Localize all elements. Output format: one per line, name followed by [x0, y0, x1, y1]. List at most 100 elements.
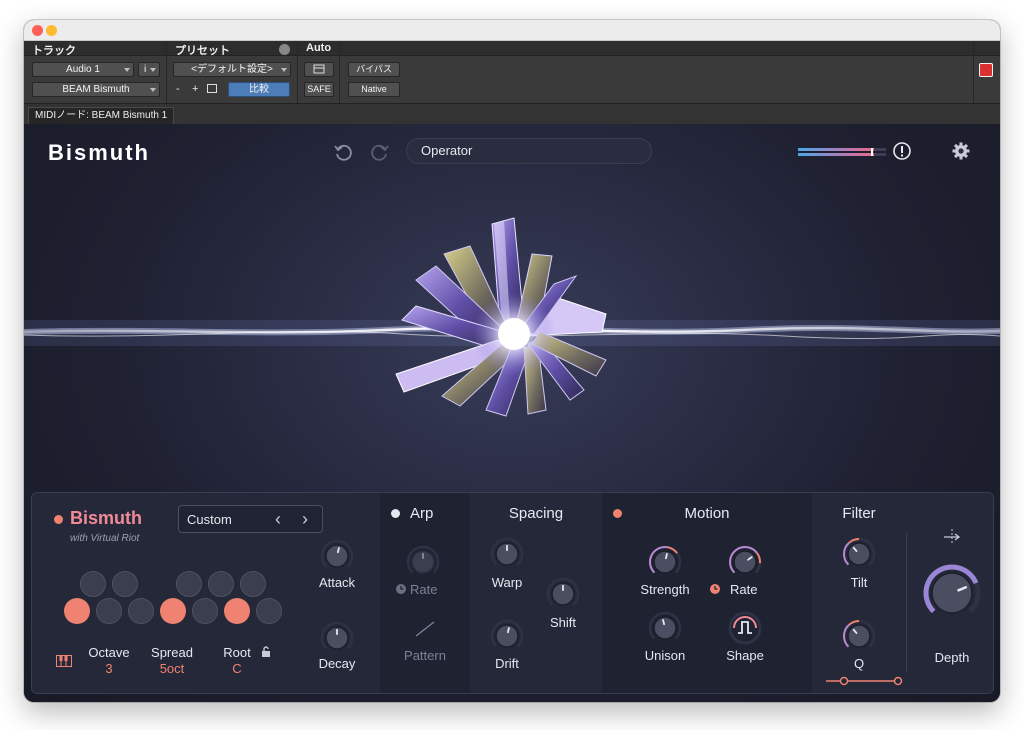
unison-knob[interactable] — [648, 611, 682, 645]
direction-icon[interactable] — [942, 529, 962, 545]
plugin-logo: Bismuth — [48, 140, 150, 165]
chord-key-toggle[interactable] — [128, 598, 154, 624]
safe-button[interactable]: SAFE — [304, 82, 334, 97]
warp-knob[interactable] — [490, 537, 524, 571]
depth-label: Depth — [934, 650, 970, 665]
insert-selector[interactable]: BEAM Bismuth — [32, 82, 160, 97]
chord-key-toggle[interactable] — [96, 598, 122, 624]
right-column — [974, 41, 1000, 103]
track-info-button[interactable]: i — [138, 62, 160, 77]
chord-key-toggle[interactable] — [64, 598, 90, 624]
octave-value[interactable]: 3 — [82, 661, 136, 676]
chord-key-toggle[interactable] — [256, 598, 282, 624]
strength-label: Strength — [640, 582, 690, 597]
output-meter[interactable] — [798, 148, 888, 156]
spacing-title: Spacing — [508, 505, 564, 522]
arp-rate-label: Rate — [410, 582, 438, 597]
chord-key-toggle[interactable] — [240, 571, 266, 597]
preset-header-label: プリセット — [175, 45, 230, 57]
clock-icon[interactable] — [709, 583, 721, 595]
midi-node-tab[interactable]: MIDIノード: BEAM Bismuth 1 — [28, 107, 175, 124]
brand-title: Bismuth — [70, 508, 142, 528]
motion-section: Motion Strength Rate Unison Shape — [602, 493, 812, 693]
lock-icon[interactable] — [261, 646, 271, 658]
plugin-window: トラック Audio 1 i BEAM Bismuth プリセット <デフォルト… — [24, 20, 1000, 702]
chord-preset-label: Custom — [187, 512, 232, 527]
piano-icon[interactable] — [56, 655, 72, 667]
arp-rate-knob[interactable] — [406, 545, 440, 579]
close-window-button[interactable] — [32, 25, 43, 36]
chord-section: Bismuth with Virtual Riot Custom ‹ › Oct… — [32, 493, 380, 693]
strength-knob[interactable] — [648, 545, 682, 579]
prev-preset-button[interactable]: ‹ — [275, 509, 281, 530]
arp-pattern-label: Pattern — [404, 648, 446, 663]
chord-key-toggle[interactable] — [80, 571, 106, 597]
shift-knob[interactable] — [546, 577, 580, 611]
octave-label: Octave — [88, 645, 130, 660]
record-enable-icon[interactable] — [979, 63, 993, 77]
filter-range-slider[interactable] — [822, 676, 906, 686]
minimize-window-button[interactable] — [46, 25, 57, 36]
chord-key-toggle[interactable] — [192, 598, 218, 624]
preset-header: プリセット — [167, 41, 297, 57]
spacing-section: Spacing Warp Shift Drift — [470, 493, 602, 693]
preset-selector[interactable]: <デフォルト設定> — [173, 62, 291, 77]
drift-knob[interactable] — [490, 619, 524, 653]
crystal-cluster — [395, 217, 607, 417]
arp-section: Arp Rate Pattern — [380, 493, 470, 693]
track-selector[interactable]: Audio 1 — [32, 62, 134, 77]
gear-icon[interactable] — [951, 141, 971, 161]
copy-icon[interactable] — [207, 84, 217, 93]
warp-label: Warp — [491, 575, 523, 590]
arp-power-led[interactable] — [391, 509, 400, 518]
track-column: トラック Audio 1 i BEAM Bismuth — [24, 41, 167, 103]
midi-node-bar: MIDIノード: BEAM Bismuth 1 — [24, 103, 1000, 124]
chord-preset-selector[interactable]: Custom ‹ › — [178, 505, 323, 533]
chord-key-toggle[interactable] — [160, 598, 186, 624]
motion-rate-label: Rate — [730, 582, 758, 597]
clock-icon[interactable] — [395, 583, 407, 595]
control-panel: Bismuth with Virtual Riot Custom ‹ › Oct… — [31, 492, 994, 694]
motion-title: Motion — [684, 505, 730, 522]
redo-icon[interactable] — [370, 142, 390, 162]
right-header — [974, 41, 1000, 56]
decay-knob[interactable] — [320, 621, 354, 655]
pattern-icon[interactable] — [414, 619, 436, 639]
auto-column: Auto SAFE — [298, 41, 340, 103]
power-led[interactable] — [54, 515, 63, 524]
q-knob[interactable] — [842, 619, 876, 653]
chord-key-toggle[interactable] — [208, 571, 234, 597]
drift-label: Drift — [495, 656, 519, 671]
automation-window-button[interactable] — [304, 62, 334, 77]
bypass-button[interactable]: バイパス — [348, 62, 400, 77]
chord-key-toggle[interactable] — [224, 598, 250, 624]
square-wave-icon[interactable] — [728, 611, 762, 645]
chord-key-toggle[interactable] — [112, 571, 138, 597]
chord-key-toggle[interactable] — [176, 571, 202, 597]
bypass-column: バイパス Native — [340, 41, 974, 103]
compare-button[interactable]: 比較 — [228, 82, 290, 97]
attack-knob[interactable] — [320, 539, 354, 573]
crystal-visualizer — [24, 217, 1000, 417]
native-button[interactable]: Native — [348, 82, 400, 97]
preset-plus-button[interactable]: + — [192, 82, 198, 96]
bypass-header — [340, 41, 973, 56]
depth-knob[interactable] — [922, 563, 982, 623]
alert-icon[interactable] — [892, 141, 912, 161]
undo-icon[interactable] — [333, 142, 353, 162]
preset-minus-button[interactable]: - — [176, 82, 180, 96]
filter-section: Filter Tilt Q Depth — [812, 493, 993, 693]
next-preset-button[interactable]: › — [302, 509, 308, 530]
preset-name-field[interactable]: Operator — [406, 138, 652, 164]
spread-value[interactable]: 5oct — [145, 661, 199, 676]
arp-title: Arp — [410, 505, 434, 522]
auto-header: Auto — [298, 41, 339, 56]
preset-menu-icon[interactable] — [279, 44, 290, 55]
spread-label: Spread — [151, 645, 193, 660]
filter-divider — [906, 533, 907, 673]
root-value[interactable]: C — [217, 661, 257, 676]
shift-label: Shift — [549, 615, 576, 630]
motion-rate-knob[interactable] — [728, 545, 762, 579]
unison-label: Unison — [644, 648, 686, 663]
tilt-knob[interactable] — [842, 537, 876, 571]
